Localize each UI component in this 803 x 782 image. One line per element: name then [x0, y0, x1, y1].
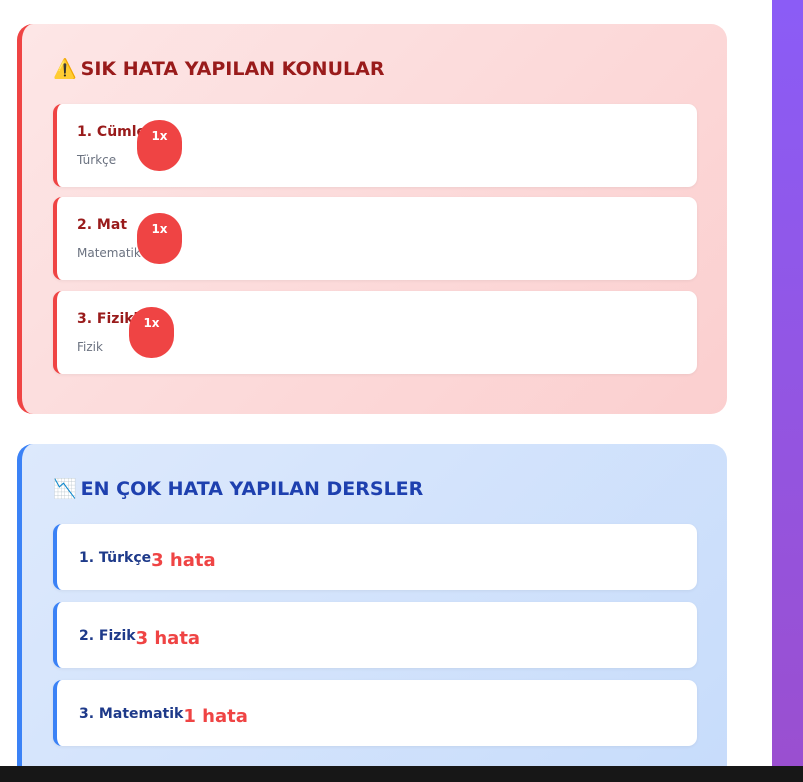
subject-name: 1. Türkçe [79, 550, 152, 566]
topic-subject: Fizik [77, 340, 103, 354]
frequent-topics-section: ⚠️ SIK HATA YAPILAN KONULAR 1. Cümle Tür… [17, 24, 727, 414]
topic-count-badge: 1x [129, 307, 174, 358]
topic-item[interactable]: 3. Fizikl Fizik 1x [53, 291, 697, 374]
frequent-subjects-title-text: EN ÇOK HATA YAPILAN DERSLER [80, 478, 424, 500]
topic-name: 2. Mat [77, 217, 128, 233]
subject-item[interactable]: 1. Türkçe 3 hata [53, 524, 697, 590]
chart-decreasing-icon: 📉 [53, 477, 77, 500]
subject-error-count: 3 hata [151, 550, 216, 571]
sidebar-edge [772, 0, 803, 766]
subject-error-count: 3 hata [135, 628, 201, 649]
page: ⚠️ SIK HATA YAPILAN KONULAR 1. Cümle Tür… [0, 0, 803, 782]
topic-subject: Türkçe [77, 153, 117, 167]
subject-item[interactable]: 2. Fizik 3 hata [53, 602, 697, 668]
topic-name: 1. Cümle [77, 124, 147, 140]
subject-name: 2. Fizik [79, 628, 136, 644]
topic-count-badge: 1x [137, 213, 182, 264]
subject-name: 3. Matematik [79, 706, 184, 722]
frequent-subjects-section: 📉 EN ÇOK HATA YAPILAN DERSLER 1. Türkçe … [17, 444, 727, 782]
bottom-bar [0, 766, 803, 782]
frequent-subjects-title: 📉 EN ÇOK HATA YAPILAN DERSLER [53, 478, 423, 500]
subject-row: 1. Türkçe 3 hata [79, 546, 216, 571]
subject-error-count: 1 hata [183, 706, 248, 727]
topic-subject: Matematik [77, 246, 141, 260]
subject-row: 3. Matematik 1 hata [79, 702, 248, 727]
frequent-topics-title-text: SIK HATA YAPILAN KONULAR [80, 58, 385, 80]
topic-item[interactable]: 1. Cümle Türkçe 1x [53, 104, 697, 187]
subject-item[interactable]: 3. Matematik 1 hata [53, 680, 697, 746]
topic-count-badge: 1x [137, 120, 182, 171]
warning-icon: ⚠️ [53, 57, 77, 80]
topic-item[interactable]: 2. Mat Matematik 1x [53, 197, 697, 280]
subject-row: 2. Fizik 3 hata [79, 624, 200, 649]
frequent-topics-title: ⚠️ SIK HATA YAPILAN KONULAR [53, 58, 384, 80]
